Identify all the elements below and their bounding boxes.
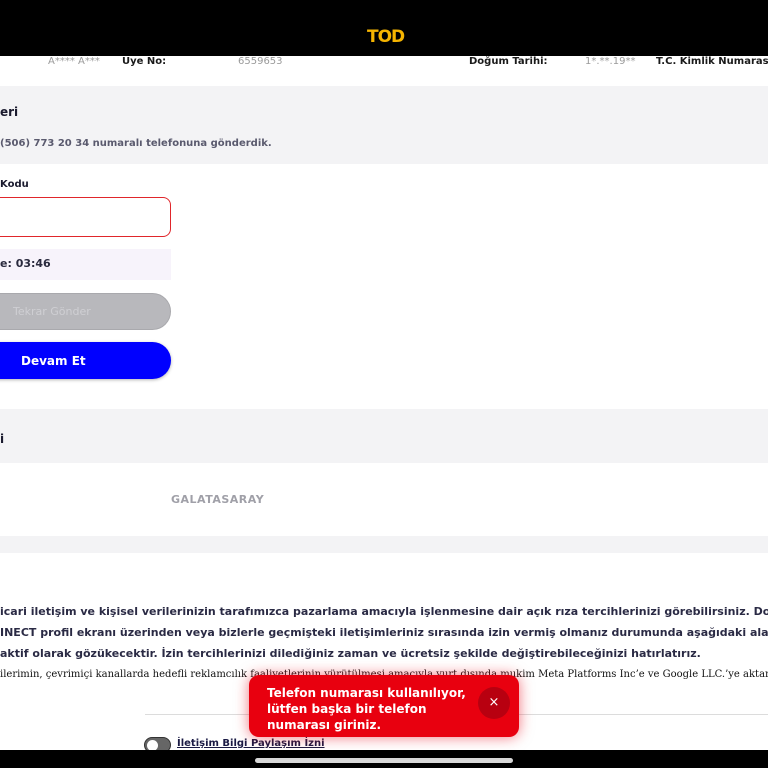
top-bar: TOD (0, 0, 768, 56)
team-section-title: i (0, 432, 5, 446)
verification-section-title: eri (0, 105, 19, 119)
data-sharing-toggle-label[interactable]: İletişim Bilgi Paylaşım İzni (177, 738, 325, 749)
member-no-value: 6559653 (238, 56, 283, 67)
continue-button[interactable]: Devam Et (0, 342, 171, 379)
data-sharing-toggle[interactable] (144, 737, 171, 750)
tc-id-label: T.C. Kimlik Numaras (656, 56, 768, 67)
tod-logo: TOD (367, 27, 405, 47)
member-no-label: Üye No: (122, 56, 167, 67)
code-sent-message: (506) 773 20 34 numaralı telefonuna gönd… (0, 138, 272, 149)
countdown-timer: e: 03:46 (0, 249, 171, 280)
consent-text-line-2: INECT profil ekranı üzerinden veya bizle… (0, 626, 768, 639)
code-label: Kodu (0, 179, 29, 190)
consent-text-line-3: aktif olarak gözükecektir. İzin tercihle… (0, 647, 701, 660)
home-indicator[interactable] (255, 758, 513, 763)
verification-card: Kodu e: 03:46 Tekrar Gönder Devam Et (0, 164, 768, 409)
close-icon[interactable]: × (478, 687, 510, 719)
verification-code-input[interactable] (0, 197, 171, 237)
member-name: A**** A*** (48, 56, 100, 67)
error-toast: Telefon numarası kullanılıyor, lütfen ba… (249, 675, 519, 737)
resend-code-button[interactable]: Tekrar Gönder (0, 293, 171, 330)
member-info-row: A**** A*** Üye No: 6559653 Doğum Tarihi:… (0, 56, 768, 86)
error-toast-message: Telefon numarası kullanılıyor, lütfen ba… (267, 686, 466, 732)
consent-text-line-1: icari iletişim ve kişisel verilerinizin … (0, 605, 768, 618)
birth-date-value: 1*.**.19** (585, 56, 636, 67)
profile-page: A**** A*** Üye No: 6559653 Doğum Tarihi:… (0, 56, 768, 750)
favorite-team-card: GALATASARAY (0, 463, 768, 536)
birth-date-label: Doğum Tarihi: (469, 56, 548, 67)
toggle-knob (147, 740, 158, 750)
team-name: GALATASARAY (171, 493, 265, 506)
